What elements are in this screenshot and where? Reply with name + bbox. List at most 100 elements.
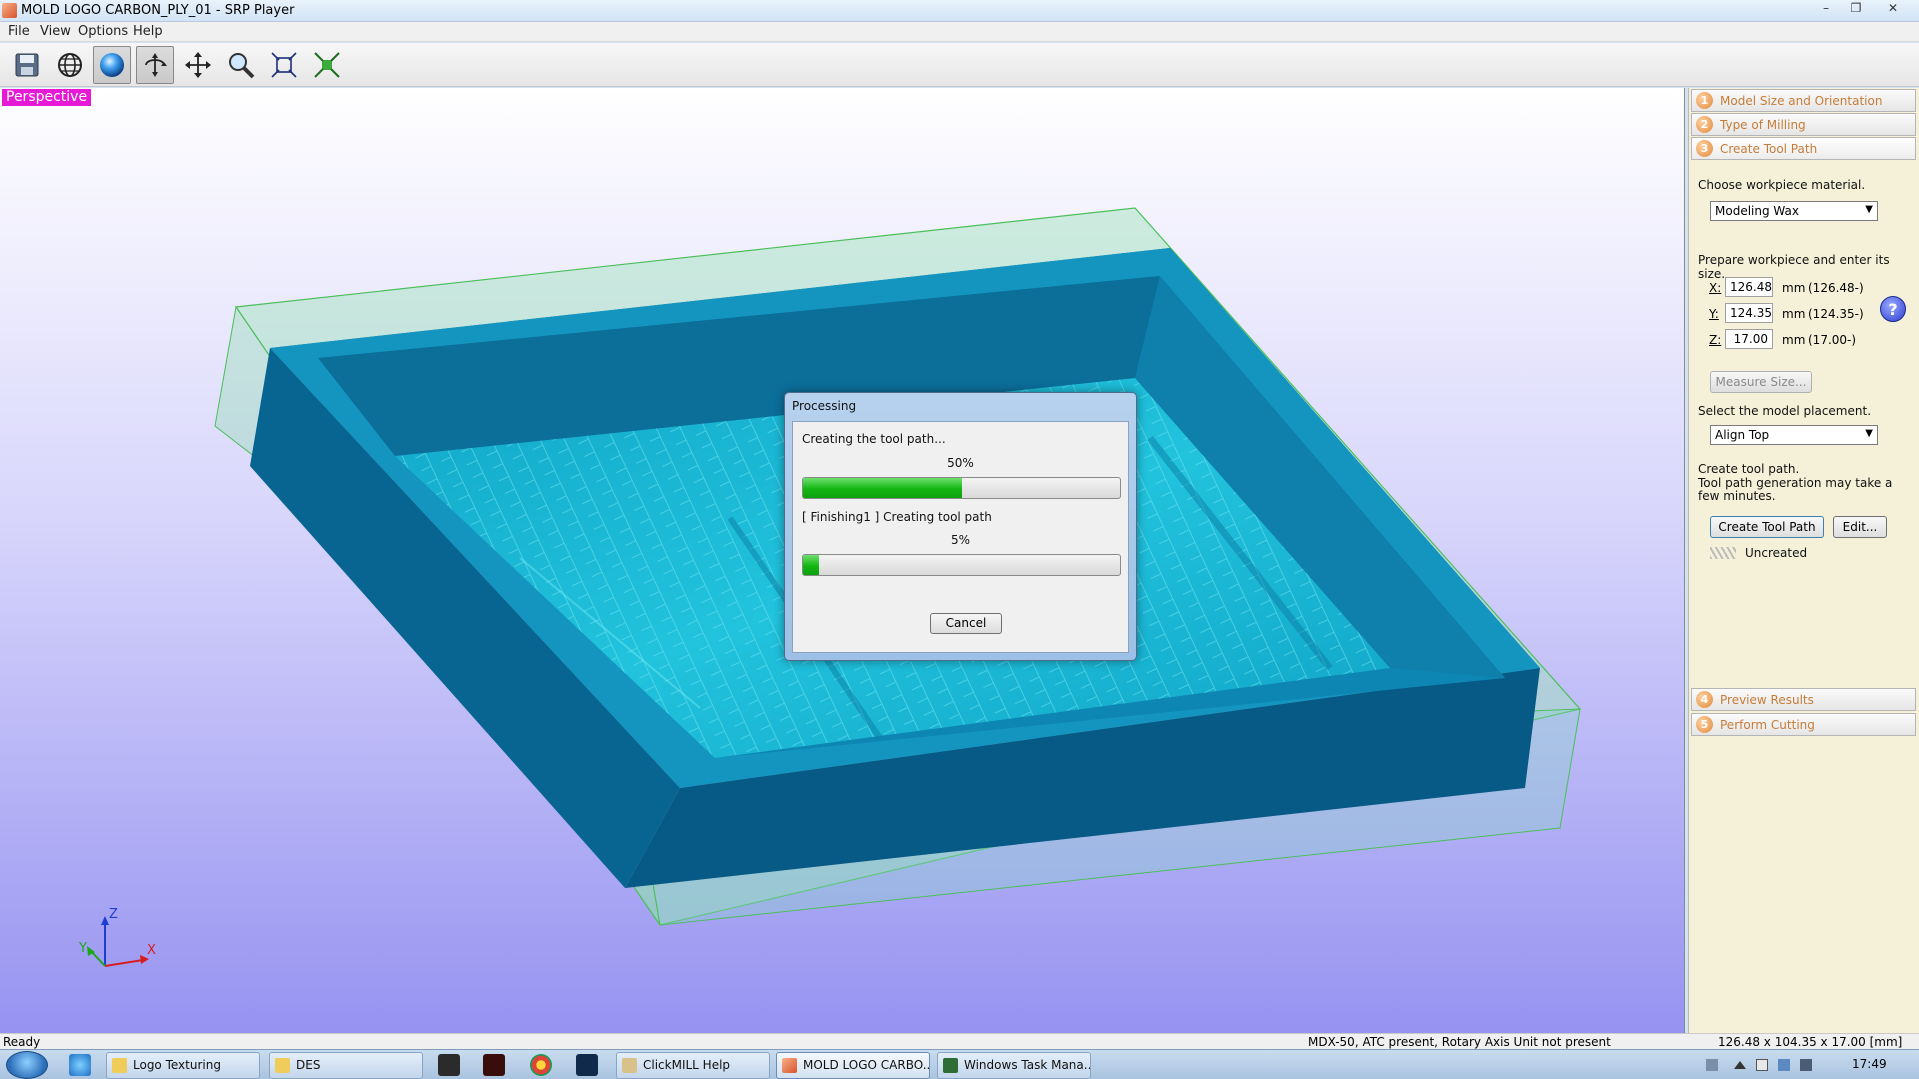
step-number-icon: 5: [1696, 716, 1713, 733]
sphere-shading-icon[interactable]: [93, 46, 131, 84]
taskbar-item-des[interactable]: DES: [269, 1052, 423, 1079]
x-unit: mm: [1782, 281, 1806, 295]
restore-icon[interactable]: ❐: [1843, 0, 1869, 18]
taskbar-item-label: Windows Task Mana...: [964, 1058, 1091, 1072]
zoom-icon[interactable]: [222, 46, 260, 84]
start-button[interactable]: [6, 1051, 48, 1079]
machine-status: MDX-50, ATC present, Rotary Axis Unit no…: [1308, 1035, 1611, 1049]
app-icon: [2, 3, 17, 18]
material-label: Choose workpiece material.: [1698, 178, 1866, 192]
fit-view-icon[interactable]: [265, 46, 303, 84]
menu-options[interactable]: Options: [78, 24, 128, 39]
step-perform-cutting[interactable]: 5 Perform Cutting: [1691, 713, 1916, 736]
taskbar-item-srp-player[interactable]: MOLD LOGO CARBO...: [776, 1052, 930, 1079]
step-preview-results[interactable]: 4 Preview Results: [1691, 688, 1916, 711]
internet-explorer-icon[interactable]: [69, 1054, 91, 1076]
create-tool-path-label: Create tool path.: [1698, 462, 1800, 476]
pan-icon[interactable]: [179, 46, 217, 84]
y-unit: mm: [1782, 307, 1806, 321]
chevron-down-icon: ▼: [1865, 204, 1873, 215]
taskbar: Logo Texturing DES ClickMILL Help MOLD L…: [0, 1049, 1919, 1079]
placement-label: Select the model placement.: [1698, 404, 1872, 418]
placement-select[interactable]: Align Top ▼: [1710, 425, 1878, 445]
progress-bar-overall-fill: [803, 478, 962, 498]
material-select-value: Modeling Wax: [1715, 204, 1799, 218]
taskbar-item-label: ClickMILL Help: [643, 1058, 731, 1072]
action-center-icon[interactable]: [1756, 1059, 1768, 1071]
toolpath-status: Uncreated: [1745, 546, 1808, 560]
measure-size-button[interactable]: Measure Size...: [1710, 371, 1812, 393]
save-icon[interactable]: [8, 46, 46, 84]
help-icon[interactable]: ?: [1880, 296, 1906, 322]
z-unit: mm: [1782, 333, 1806, 347]
axis-y-label: Y: [78, 941, 87, 956]
clock[interactable]: 17:49: [1852, 1057, 1887, 1071]
progress-2-label: [ Finishing1 ] Creating tool path: [802, 510, 992, 524]
step-number-icon: 4: [1696, 691, 1713, 708]
step-number-icon: 2: [1696, 116, 1713, 133]
x-range: (126.48-): [1808, 281, 1864, 295]
y-range: (124.35-): [1808, 307, 1864, 321]
axis-x-label: X: [147, 943, 156, 958]
photoshop-icon[interactable]: [576, 1054, 598, 1076]
edit-button[interactable]: Edit...: [1833, 516, 1887, 538]
step-label: Perform Cutting: [1720, 718, 1815, 732]
minimize-icon[interactable]: –: [1813, 0, 1839, 18]
window-title: MOLD LOGO CARBON_PLY_01 - SRP Player: [21, 3, 295, 18]
rotate-view-icon[interactable]: [136, 46, 174, 84]
progress-1-percent: 50%: [947, 456, 974, 470]
y-size-input[interactable]: 124.35: [1725, 303, 1773, 323]
menu-view[interactable]: View: [40, 24, 71, 39]
step-number-icon: 1: [1696, 92, 1713, 109]
tray-expand-icon[interactable]: [1734, 1061, 1746, 1069]
create-tool-path-button[interactable]: Create Tool Path: [1710, 516, 1824, 538]
progress-1-label: Creating the tool path...: [802, 432, 946, 446]
dialog-body: Creating the tool path... 50% [ Finishin…: [792, 421, 1129, 653]
x-size-input[interactable]: 126.48: [1725, 277, 1773, 297]
axis-z-label: Z: [109, 908, 118, 922]
globe-icon[interactable]: [51, 46, 89, 84]
step-number-icon: 3: [1696, 140, 1713, 157]
close-icon[interactable]: ✕: [1880, 0, 1906, 18]
step-label: Type of Milling: [1720, 118, 1806, 132]
volume-icon[interactable]: [1800, 1059, 1812, 1071]
illustrator-icon[interactable]: [483, 1054, 505, 1076]
placement-select-value: Align Top: [1715, 428, 1770, 442]
z-size-input[interactable]: 17.00: [1725, 329, 1773, 349]
z-axis-label: Z:: [1709, 333, 1722, 347]
create-tool-path-note: Tool path generation may take a few minu…: [1698, 476, 1893, 503]
menu-bar: File View Options Help: [0, 22, 1919, 42]
network-icon[interactable]: [1778, 1059, 1790, 1071]
progress-2-percent: 5%: [950, 533, 971, 547]
tray-keyboard-icon[interactable]: [1706, 1059, 1718, 1071]
folder-icon: [112, 1058, 127, 1073]
taskbar-item-logo-texturing[interactable]: Logo Texturing: [106, 1052, 260, 1079]
taskbar-item-clickmill-help[interactable]: ClickMILL Help: [616, 1052, 770, 1079]
status-text: Ready: [3, 1035, 41, 1049]
step-label: Create Tool Path: [1720, 142, 1818, 156]
task-manager-icon: [943, 1058, 958, 1073]
title-bar: MOLD LOGO CARBON_PLY_01 - SRP Player – ❐…: [0, 0, 1919, 22]
step-label: Preview Results: [1720, 693, 1814, 707]
wizard-panel: 1 Model Size and Orientation 2 Type of M…: [1688, 88, 1919, 1033]
zoom-extents-icon[interactable]: [308, 46, 346, 84]
taskbar-item-task-manager[interactable]: Windows Task Mana...: [937, 1052, 1091, 1079]
axis-triad-icon: Z X Y: [78, 908, 156, 967]
chevron-down-icon: ▼: [1865, 428, 1873, 439]
progress-bar-step: [802, 554, 1121, 576]
material-select[interactable]: Modeling Wax ▼: [1710, 201, 1878, 221]
taskbar-item-label: Logo Texturing: [133, 1058, 221, 1072]
menu-file[interactable]: File: [8, 24, 30, 39]
step-create-tool-path[interactable]: 3 Create Tool Path: [1691, 137, 1916, 160]
srp-player-icon: [782, 1058, 797, 1073]
z-range: (17.00-): [1808, 333, 1857, 347]
taskbar-item-label: DES: [296, 1058, 321, 1072]
step-model-size[interactable]: 1 Model Size and Orientation: [1691, 89, 1916, 112]
chrome-icon[interactable]: [530, 1054, 552, 1076]
step-label: Model Size and Orientation: [1720, 94, 1883, 108]
cancel-button[interactable]: Cancel: [930, 613, 1002, 634]
app-pinned-icon[interactable]: [438, 1054, 460, 1076]
step-type-of-milling[interactable]: 2 Type of Milling: [1691, 113, 1916, 136]
taskbar-item-label: MOLD LOGO CARBO...: [803, 1058, 930, 1072]
menu-help[interactable]: Help: [133, 24, 163, 39]
